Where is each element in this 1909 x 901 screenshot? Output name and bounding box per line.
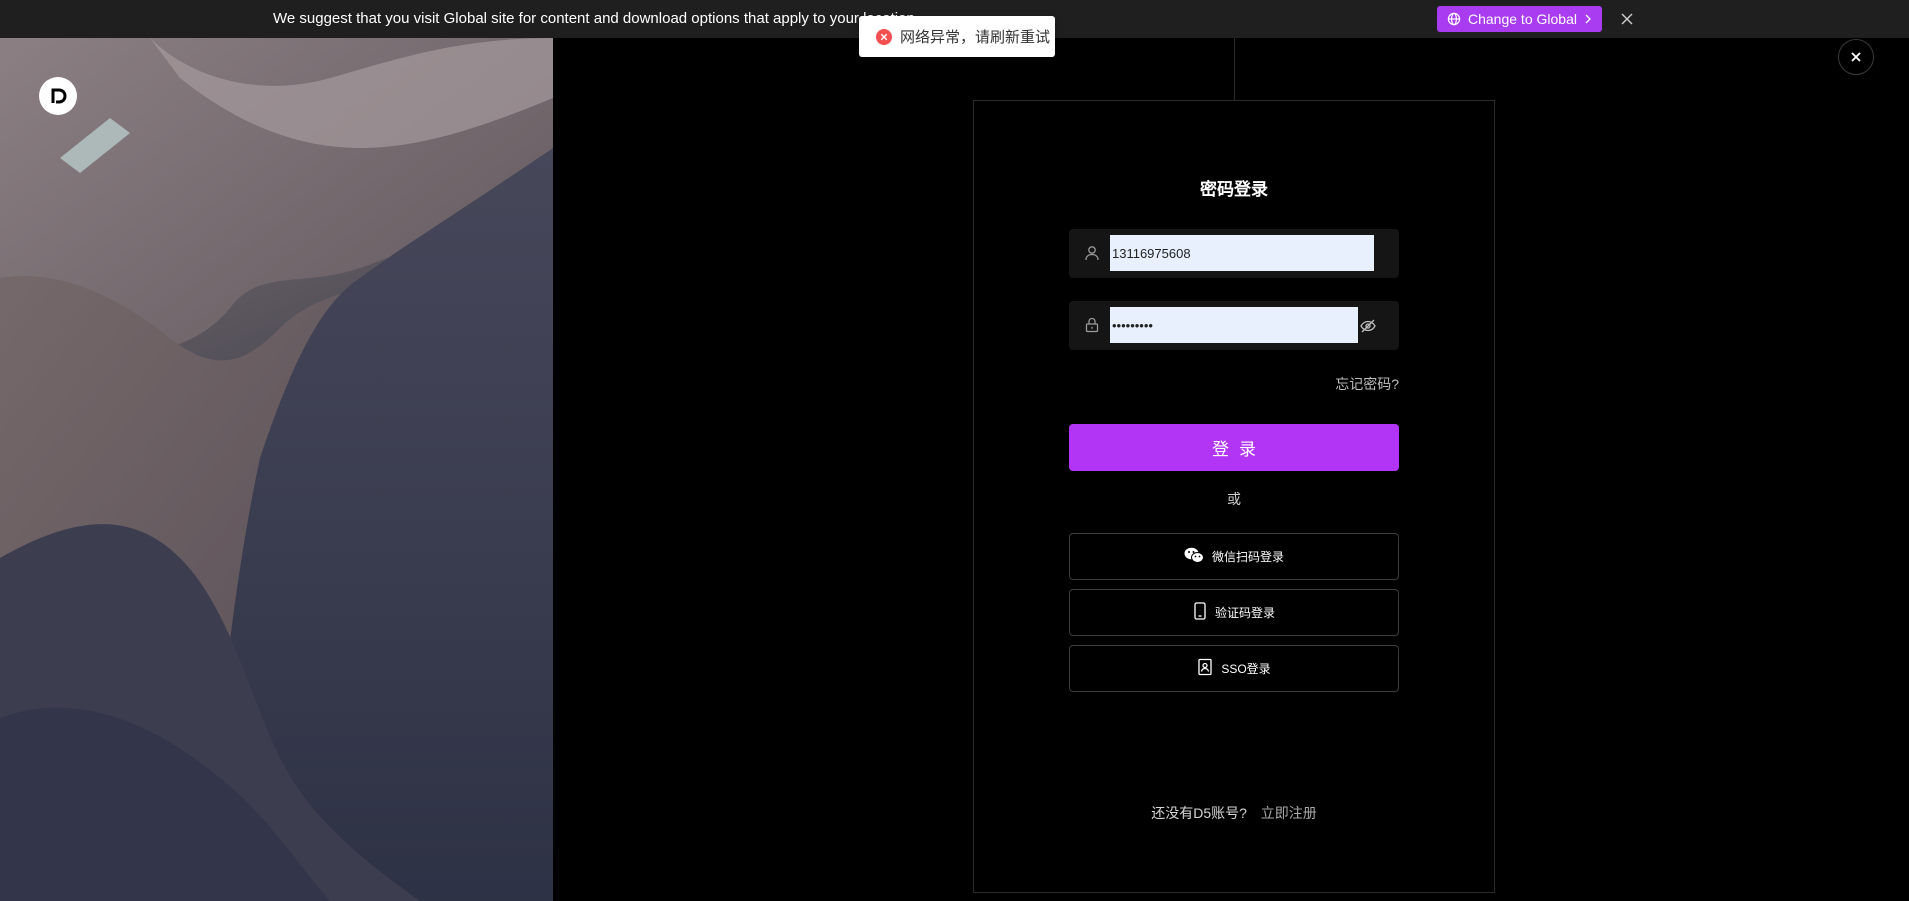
password-input[interactable] bbox=[1110, 307, 1358, 343]
mobile-icon bbox=[1193, 602, 1207, 623]
lock-icon bbox=[1083, 316, 1101, 334]
sms-login-button[interactable]: 验证码登录 bbox=[1069, 589, 1399, 636]
signup-row: 还没有D5账号? 立即注册 bbox=[974, 803, 1494, 823]
forgot-password-link[interactable]: 忘记密码? bbox=[1335, 374, 1399, 394]
login-button[interactable]: 登录 bbox=[1069, 424, 1399, 471]
canyon-background-image bbox=[0, 38, 553, 901]
chevron-right-icon bbox=[1584, 13, 1592, 25]
wechat-login-label: 微信扫码登录 bbox=[1211, 550, 1284, 564]
password-field bbox=[1069, 301, 1399, 350]
toast-message: 网络异常，请刷新重试 bbox=[900, 29, 1051, 46]
close-icon[interactable] bbox=[1838, 39, 1874, 75]
banner-close-icon[interactable] bbox=[1618, 10, 1636, 28]
login-panel: 密码登录 忘记密码? 登录 或 微信扫码登录 验证码登录 SSO登录 bbox=[973, 100, 1495, 893]
wechat-login-button[interactable]: 微信扫码登录 bbox=[1069, 533, 1399, 580]
or-divider: 或 bbox=[1227, 491, 1241, 507]
wechat-icon bbox=[1184, 547, 1204, 566]
phone-input[interactable] bbox=[1110, 235, 1374, 271]
signup-prompt: 还没有D5账号? bbox=[1151, 805, 1247, 821]
badge-icon bbox=[1197, 658, 1213, 679]
error-circle-icon bbox=[876, 28, 892, 45]
phone-field bbox=[1069, 229, 1399, 278]
d5-logo[interactable] bbox=[39, 77, 77, 115]
change-to-global-button[interactable]: Change to Global bbox=[1437, 6, 1602, 32]
sms-login-label: 验证码登录 bbox=[1214, 606, 1275, 620]
sso-login-button[interactable]: SSO登录 bbox=[1069, 645, 1399, 692]
sso-login-label: SSO登录 bbox=[1221, 662, 1271, 676]
change-to-global-label: Change to Global bbox=[1468, 11, 1577, 27]
globe-icon bbox=[1447, 12, 1461, 26]
banner-text: We suggest that you visit Global site fo… bbox=[273, 10, 915, 27]
eye-off-icon[interactable] bbox=[1359, 317, 1377, 335]
error-toast: 网络异常，请刷新重试 bbox=[859, 16, 1055, 57]
divider-line bbox=[1234, 38, 1235, 100]
user-icon bbox=[1083, 244, 1101, 262]
page-title: 密码登录 bbox=[1200, 180, 1268, 199]
signup-link[interactable]: 立即注册 bbox=[1261, 805, 1317, 821]
